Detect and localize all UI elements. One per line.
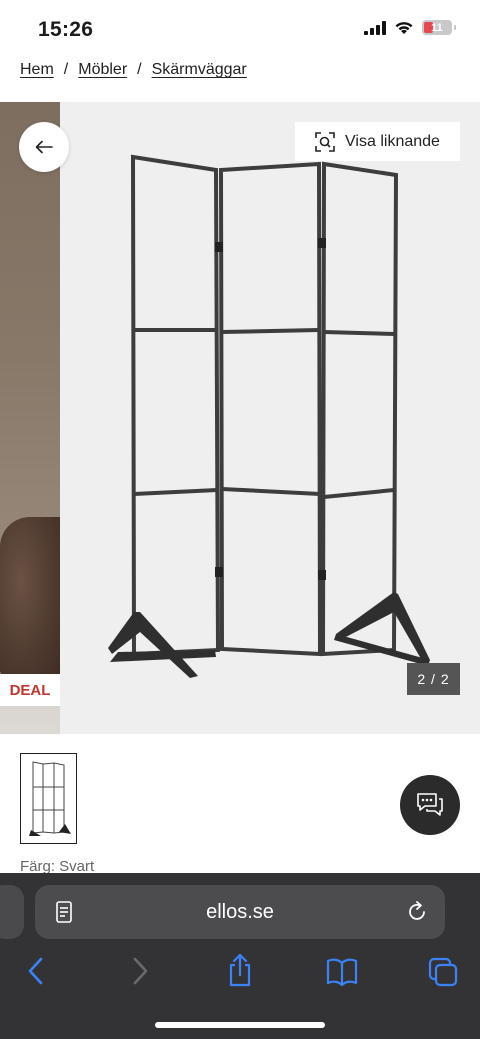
share-icon[interactable] [226, 953, 254, 989]
blanket-image [0, 517, 60, 677]
browser-toolbar [0, 953, 480, 993]
breadcrumb-home[interactable]: Hem [20, 61, 54, 79]
image-pager: 2 / 2 [407, 663, 460, 695]
back-icon[interactable] [26, 953, 46, 989]
forward-icon[interactable] [130, 953, 150, 989]
browser-bar: ellos.se [0, 873, 480, 1039]
status-icons: 11 [364, 20, 456, 35]
battery-percent: 11 [431, 21, 443, 34]
address-bar[interactable]: ellos.se [35, 885, 445, 939]
back-button[interactable] [19, 122, 69, 172]
status-time: 15:26 [38, 18, 94, 41]
home-indicator [155, 1022, 325, 1028]
url-text: ellos.se [206, 900, 274, 923]
deal-badge: DEAL [0, 674, 60, 706]
breadcrumb-separator: / [137, 61, 142, 78]
tabs-icon[interactable] [428, 953, 458, 989]
breadcrumb: Hem / Möbler / Skärmväggar [20, 61, 247, 79]
breadcrumb-furniture[interactable]: Möbler [78, 61, 127, 79]
back-arrow-icon [35, 140, 53, 154]
status-bar: 15:26 11 [0, 0, 480, 56]
battery-tip [454, 25, 456, 30]
previous-tab[interactable] [0, 885, 24, 939]
thumbnail-divider-image [29, 761, 71, 836]
product-gallery[interactable]: DEAL Visa liknande 2 / 2 [0, 102, 480, 734]
room-divider-image [108, 154, 430, 678]
previous-product-image[interactable]: DEAL [0, 102, 60, 734]
chat-icon [417, 793, 443, 816]
reload-icon[interactable] [407, 900, 429, 924]
breadcrumb-room-dividers[interactable]: Skärmväggar [152, 61, 247, 79]
breadcrumb-separator: / [63, 61, 69, 78]
signal-icon [364, 20, 386, 35]
battery-icon: 11 [422, 20, 452, 35]
bookmarks-icon[interactable] [326, 953, 358, 989]
thumbnail-image[interactable] [20, 753, 77, 844]
chat-button[interactable] [400, 775, 460, 835]
wifi-icon [395, 22, 413, 34]
